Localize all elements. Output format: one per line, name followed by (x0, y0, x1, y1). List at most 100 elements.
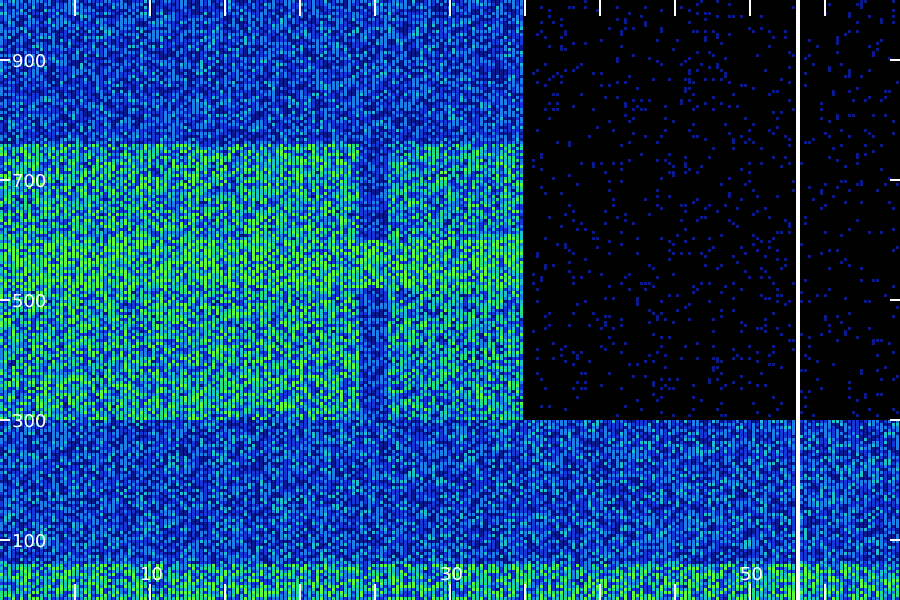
heatmap-cell (408, 15, 411, 18)
heatmap-cell (168, 33, 171, 36)
heatmap-cell (32, 6, 35, 9)
heatmap-cell (428, 78, 431, 81)
heatmap-cell (88, 12, 91, 15)
heatmap-cell (504, 51, 507, 54)
heatmap-cell (24, 27, 27, 30)
heatmap-cell (368, 30, 371, 33)
heatmap-cell (376, 72, 379, 75)
heatmap-cell (100, 81, 103, 84)
heatmap-cell (312, 42, 315, 45)
heatmap-cell (444, 39, 447, 42)
heatmap-cell (172, 63, 175, 66)
heatmap-cell (260, 45, 263, 48)
heatmap-cell (516, 45, 519, 48)
heatmap-cell (192, 33, 195, 36)
heatmap-cell (600, 39, 603, 42)
heatmap-cell (196, 51, 199, 54)
heatmap-cell (108, 78, 111, 81)
heatmap-cell (632, 39, 635, 42)
heatmap-cell (232, 18, 235, 21)
heatmap-cell (880, 51, 883, 54)
heatmap-cell (584, 51, 587, 54)
heatmap-cell (384, 42, 387, 45)
heatmap-cell (172, 21, 175, 24)
heatmap-cell (80, 57, 83, 60)
heatmap-cell (312, 78, 315, 81)
heatmap-cell (360, 27, 363, 30)
heatmap-cell (116, 72, 119, 75)
heatmap-cell (412, 39, 415, 42)
heatmap-cell (168, 78, 171, 81)
heatmap-cell (92, 60, 95, 63)
heatmap-cell (296, 66, 299, 69)
heatmap-cell (296, 27, 299, 30)
heatmap-cell (504, 15, 507, 18)
heatmap-cell (396, 6, 399, 9)
heatmap-cell (196, 33, 199, 36)
heatmap-cell (332, 6, 335, 9)
heatmap-cell (488, 24, 491, 27)
heatmap-cell (52, 36, 55, 39)
heatmap-cell (176, 54, 179, 57)
heatmap-cell (304, 78, 307, 81)
heatmap-cell (248, 30, 251, 33)
heatmap-cell (752, 36, 755, 39)
heatmap-cell (500, 48, 503, 51)
heatmap-cell (624, 66, 627, 69)
heatmap-cell (116, 6, 119, 9)
heatmap-cell (436, 87, 439, 90)
heatmap-cell (880, 30, 883, 33)
heatmap-cell (284, 93, 287, 96)
heatmap-cell (504, 63, 507, 66)
heatmap-cell (520, 69, 523, 72)
heatmap-cell (88, 60, 91, 63)
heatmap-cell (220, 12, 223, 15)
heatmap-cell (312, 51, 315, 54)
heatmap-cell (460, 87, 463, 90)
heatmap-cell (40, 3, 43, 6)
heatmap-cell (192, 15, 195, 18)
heatmap-cell (432, 18, 435, 21)
heatmap-cell (20, 30, 23, 33)
heatmap-cell (408, 33, 411, 36)
heatmap-cell (452, 72, 455, 75)
heatmap-cell (340, 33, 343, 36)
heatmap-cell (252, 60, 255, 63)
heatmap-cell (136, 39, 139, 42)
heatmap-cell (184, 36, 187, 39)
heatmap-cell (368, 60, 371, 63)
heatmap-cell (316, 12, 319, 15)
heatmap-cell (448, 57, 451, 60)
heatmap-cell (368, 51, 371, 54)
heatmap-cell (88, 15, 91, 18)
heatmap-cell (408, 21, 411, 24)
heatmap-cell (72, 69, 75, 72)
heatmap-cell (840, 63, 843, 66)
heatmap-cell (160, 9, 163, 12)
heatmap-cell (44, 87, 47, 90)
heatmap-cell (208, 72, 211, 75)
heatmap-cell (16, 21, 19, 24)
heatmap-cell (48, 66, 51, 69)
heatmap-cell (168, 66, 171, 69)
heatmap-cell (220, 78, 223, 81)
heatmap-cell (304, 36, 307, 39)
heatmap-cell (520, 48, 523, 51)
heatmap-cell (804, 18, 807, 21)
heatmap-cell (288, 15, 291, 18)
heatmap-cell (204, 78, 207, 81)
heatmap-cell (120, 36, 123, 39)
heatmap-cell (632, 48, 635, 51)
heatmap-cell (608, 9, 611, 12)
heatmap-cell (52, 45, 55, 48)
heatmap-cell (652, 81, 655, 84)
heatmap-cell (136, 60, 139, 63)
heatmap-cell (728, 27, 731, 30)
heatmap-cell (188, 78, 191, 81)
heatmap-cell (716, 33, 719, 36)
heatmap-cell (356, 81, 359, 84)
heatmap-cell (496, 60, 499, 63)
heatmap-cell (360, 78, 363, 81)
heatmap-cell (624, 63, 627, 66)
heatmap-cell (336, 90, 339, 93)
